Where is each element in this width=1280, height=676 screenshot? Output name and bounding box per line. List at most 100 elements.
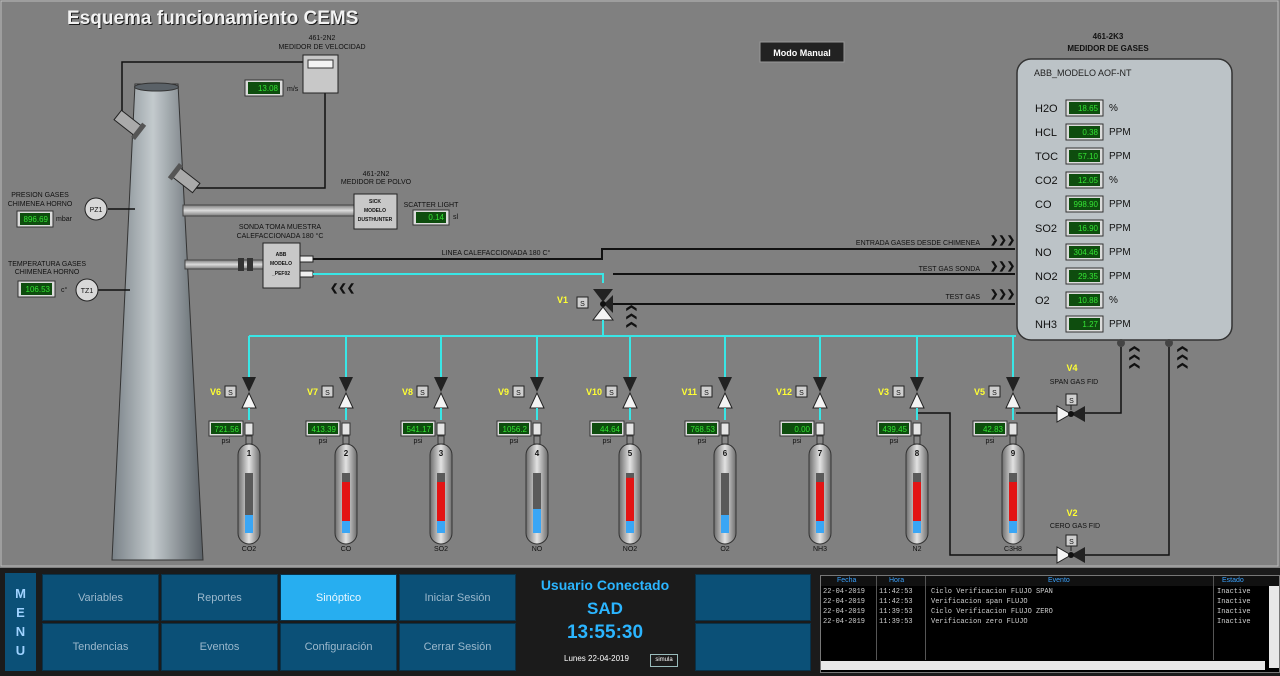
nav-sinoptico-button[interactable]: Sinóptico <box>280 574 397 621</box>
modo-manual-button[interactable]: Modo Manual <box>759 41 845 63</box>
valve-label: V6 <box>210 387 221 397</box>
horizontal-scrollbar[interactable] <box>821 661 1265 670</box>
valve-label: V10 <box>586 387 602 397</box>
gas-unit: PPM <box>1109 247 1131 258</box>
svg-text:S: S <box>325 390 330 397</box>
gas-level-fill <box>437 482 445 521</box>
gas-unit: % <box>1109 103 1118 114</box>
event-estado: Inactive <box>1217 618 1251 626</box>
gas-unit: PPM <box>1109 127 1131 138</box>
gas-value: 18.65 <box>1078 104 1099 113</box>
nav-configuracion-button[interactable]: Configuración <box>280 623 397 671</box>
event-fecha: 22-04-2019 <box>823 598 866 606</box>
pressure-unit: mbar <box>56 216 73 223</box>
gas-name: O2 <box>720 546 729 553</box>
svg-text:S: S <box>228 390 233 397</box>
pressure-display: 439.45 <box>876 420 912 437</box>
event-evento: Ciclo Verificacion FLUJO ZERO <box>931 608 1053 616</box>
pressure-unit: psi <box>986 438 995 445</box>
analyzer-row-no2: NO2 29.35 PPM <box>1035 267 1131 285</box>
col-estado: Estado <box>1222 577 1244 584</box>
nav-tendencias-button[interactable]: Tendencias <box>42 623 159 671</box>
svg-text:TZ1: TZ1 <box>81 288 94 295</box>
valve-label: V9 <box>498 387 509 397</box>
svg-text:106.53: 106.53 <box>26 285 51 294</box>
pressure-display: 42.83 <box>972 420 1008 437</box>
footer-bar: M E N U Variables Reportes Sinóptico Ini… <box>0 568 1280 676</box>
gas-value: 998.90 <box>1074 200 1099 209</box>
menu-letter: N <box>15 624 26 639</box>
gas-level-fill <box>533 509 541 533</box>
pressure-value: 44.64 <box>600 425 621 434</box>
scatter-light-label: SCATTER LIGHT <box>404 202 459 209</box>
event-row[interactable]: 22-04-2019 11:42:53 Ciclo Verificacion FLU… <box>821 588 1279 598</box>
nav-cerrar-sesion-button[interactable]: Cerrar Sesión <box>399 623 516 671</box>
temperature-unit: c° <box>61 286 68 294</box>
menu-letter: E <box>16 605 25 620</box>
svg-text:SICK: SICK <box>369 199 381 205</box>
svg-text:S: S <box>580 301 585 308</box>
nav-eventos-button[interactable]: Eventos <box>161 623 278 671</box>
valve-label: V3 <box>878 387 889 397</box>
gas-name: NO <box>532 546 543 553</box>
event-hora: 11:39:53 <box>879 608 913 616</box>
valve-v1-label: V1 <box>557 295 568 305</box>
menu-letter: M <box>15 586 26 601</box>
flow-arrows-test: ❯❯❯ <box>990 289 1015 300</box>
vertical-scrollbar[interactable] <box>1269 586 1279 668</box>
dust-meter-id: 461-2N2 <box>363 171 390 178</box>
pressure-value: 42.83 <box>983 425 1004 434</box>
gas-name: H2O <box>1035 103 1058 115</box>
pressure-value: 413.39 <box>312 425 337 434</box>
event-row[interactable]: 22-04-2019 11:42:53 Verificacion span FLUJ… <box>821 598 1279 608</box>
nav-iniciar-sesion-button[interactable]: Iniciar Sesión <box>399 574 516 621</box>
nav-reportes-button[interactable]: Reportes <box>161 574 278 621</box>
event-fecha: 22-04-2019 <box>823 608 866 616</box>
gas-value: 0.38 <box>1082 128 1098 137</box>
pressure-unit: psi <box>319 438 328 445</box>
temperature-transmitter-tz1: TZ1 <box>75 278 99 302</box>
svg-text:S: S <box>704 390 709 397</box>
gas-name: CO2 <box>1035 175 1058 187</box>
temperature-label-2: CHIMENEA HORNO <box>15 269 80 276</box>
svg-text:MODELO: MODELO <box>270 261 292 267</box>
clock: 13:55:30 <box>566 622 644 643</box>
cylinder-number: 5 <box>628 449 633 458</box>
event-row[interactable]: 22-04-2019 11:39:53 Verificacion zero FLUJ… <box>821 618 1279 628</box>
analyzer-row-nh3: NH3 1.27 PPM <box>1035 315 1131 333</box>
event-estado: Inactive <box>1217 608 1251 616</box>
pressure-unit: psi <box>414 438 423 445</box>
empty-button-1[interactable] <box>695 574 811 621</box>
analyzer-row-co: CO 998.90 PPM <box>1035 195 1131 213</box>
menu-button[interactable]: M E N U <box>5 573 36 671</box>
nav-variables-button[interactable]: Variables <box>42 574 159 621</box>
cylinder-number: 3 <box>439 449 444 458</box>
pressure-value-display: 896.69 <box>16 210 54 228</box>
pressure-label-1: PRESION GASES <box>11 192 69 199</box>
gas-unit: PPM <box>1109 319 1131 330</box>
empty-button-2[interactable] <box>695 623 811 671</box>
event-fecha: 22-04-2019 <box>823 588 866 596</box>
cylinder-number: 8 <box>915 449 920 458</box>
flow-arrows-analyzer-2: ❯❯❯ <box>1177 345 1188 370</box>
svg-text:896.69: 896.69 <box>24 215 49 224</box>
gas-value: 16.90 <box>1078 224 1099 233</box>
event-row[interactable]: 22-04-2019 11:39:53 Ciclo Verificacion FLU… <box>821 608 1279 618</box>
event-log-header: Fecha Hora Evento Estado <box>821 576 1279 586</box>
gas-value: 304.46 <box>1074 248 1099 257</box>
gas-value: 12.05 <box>1078 176 1099 185</box>
user-panel: Usuario Conectado SAD 13:55:30 Lunes 22-… <box>520 574 690 672</box>
svg-text:S: S <box>992 390 997 397</box>
pressure-unit: psi <box>510 438 519 445</box>
simula-button[interactable]: simula <box>650 654 678 667</box>
svg-text:S: S <box>799 390 804 397</box>
pressure-display: 44.64 <box>589 420 625 437</box>
col-fecha: Fecha <box>837 577 857 584</box>
valve-label: V11 <box>681 387 697 397</box>
temperature-label-1: TEMPERATURA GASES <box>8 261 86 268</box>
analyzer-id: 461-2K3 <box>1093 32 1124 41</box>
heated-line-label: LINEA CALEFACCIONADA 180 C° <box>442 249 551 257</box>
flow-arrows-entrada: ❯❯❯ <box>990 235 1015 246</box>
scatter-unit: sl <box>453 214 459 221</box>
col-evento: Evento <box>1048 577 1070 584</box>
